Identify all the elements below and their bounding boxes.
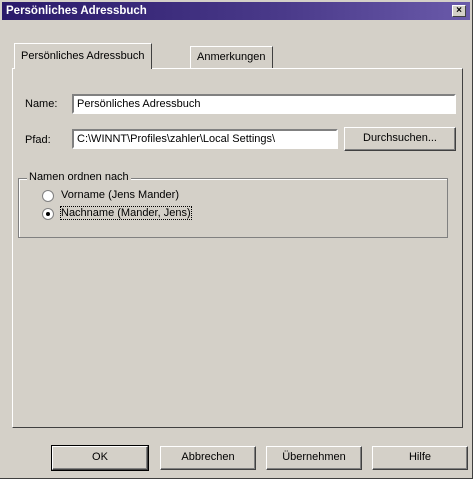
help-button[interactable]: Hilfe	[372, 446, 468, 470]
name-label: Name:	[25, 98, 58, 110]
path-field[interactable]: C:\WINNT\Profiles\zahler\Local Settings\	[72, 129, 338, 149]
window-title: Persönliches Adressbuch	[6, 5, 147, 17]
address-book-dialog: Persönliches Adressbuch × Persönliches A…	[0, 0, 473, 479]
path-label: Pfad:	[25, 134, 51, 146]
ok-button[interactable]: OK	[51, 445, 149, 471]
close-icon: ×	[456, 5, 462, 16]
tab-anmerkungen[interactable]: Anmerkungen	[190, 46, 273, 68]
title-bar[interactable]: Persönliches Adressbuch ×	[2, 2, 470, 20]
close-button[interactable]: ×	[452, 5, 466, 17]
radio-nachname[interactable]	[42, 208, 54, 220]
tab-label: Anmerkungen	[197, 51, 266, 63]
radio-vorname-label[interactable]: Vorname (Jens Mander)	[61, 189, 179, 201]
name-field[interactable]: Persönliches Adressbuch	[72, 94, 456, 114]
browse-button[interactable]: Durchsuchen...	[344, 127, 456, 151]
tab-label: Persönliches Adressbuch	[21, 50, 145, 62]
radio-vorname[interactable]	[42, 190, 54, 202]
apply-button[interactable]: Übernehmen	[266, 446, 362, 470]
tab-persoenliches-adressbuch[interactable]: Persönliches Adressbuch	[14, 43, 152, 69]
radio-nachname-label[interactable]: Nachname (Mander, Jens)	[60, 206, 192, 220]
cancel-button[interactable]: Abbrechen	[160, 446, 256, 470]
sort-group-title: Namen ordnen nach	[27, 171, 131, 183]
tab-panel	[12, 68, 463, 428]
